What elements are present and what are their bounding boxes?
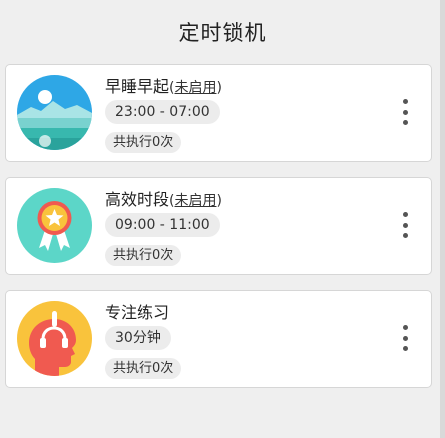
duration-badge: 30分钟 [105,326,171,350]
time-range-badge: 09:00 - 11:00 [105,213,220,237]
head-headphones-icon [17,301,92,376]
status-close-paren: ) [216,193,222,209]
status-link[interactable]: 未启用 [174,80,216,96]
time-range-badge: 23:00 - 07:00 [105,100,220,124]
plan-name: 高效时段 [105,190,170,209]
more-options-icon[interactable] [401,325,409,351]
lock-plan-card-focus-practice[interactable]: 专注练习 30分钟 共执行0次 [5,290,432,388]
more-options-icon[interactable] [401,99,409,125]
plan-name: 早睡早起 [105,77,170,96]
plan-status[interactable]: (未启用) [169,80,222,96]
scrollbar-track [440,0,445,438]
status-link[interactable]: 未启用 [174,193,216,209]
plan-title: 专注练习 [105,299,169,323]
app-header: 定时锁机 [0,0,445,64]
plan-status[interactable]: (未启用) [169,193,222,209]
execution-count-badge: 共执行0次 [105,132,182,153]
award-ribbon-icon [17,188,92,263]
lock-plan-card-early-sleep[interactable]: 早睡早起(未启用) 23:00 - 07:00 共执行0次 [5,64,432,162]
landscape-sun-icon [17,75,92,150]
plan-title: 高效时段(未启用) [105,186,222,210]
plan-name: 专注练习 [105,303,170,322]
more-options-icon[interactable] [401,212,409,238]
page-title: 定时锁机 [178,21,267,45]
status-close-paren: ) [216,80,222,96]
lock-plan-card-efficient-period[interactable]: 高效时段(未启用) 09:00 - 11:00 共执行0次 [5,177,432,275]
execution-count-badge: 共执行0次 [105,358,182,379]
execution-count-badge: 共执行0次 [105,245,182,266]
plan-title: 早睡早起(未启用) [105,73,222,97]
